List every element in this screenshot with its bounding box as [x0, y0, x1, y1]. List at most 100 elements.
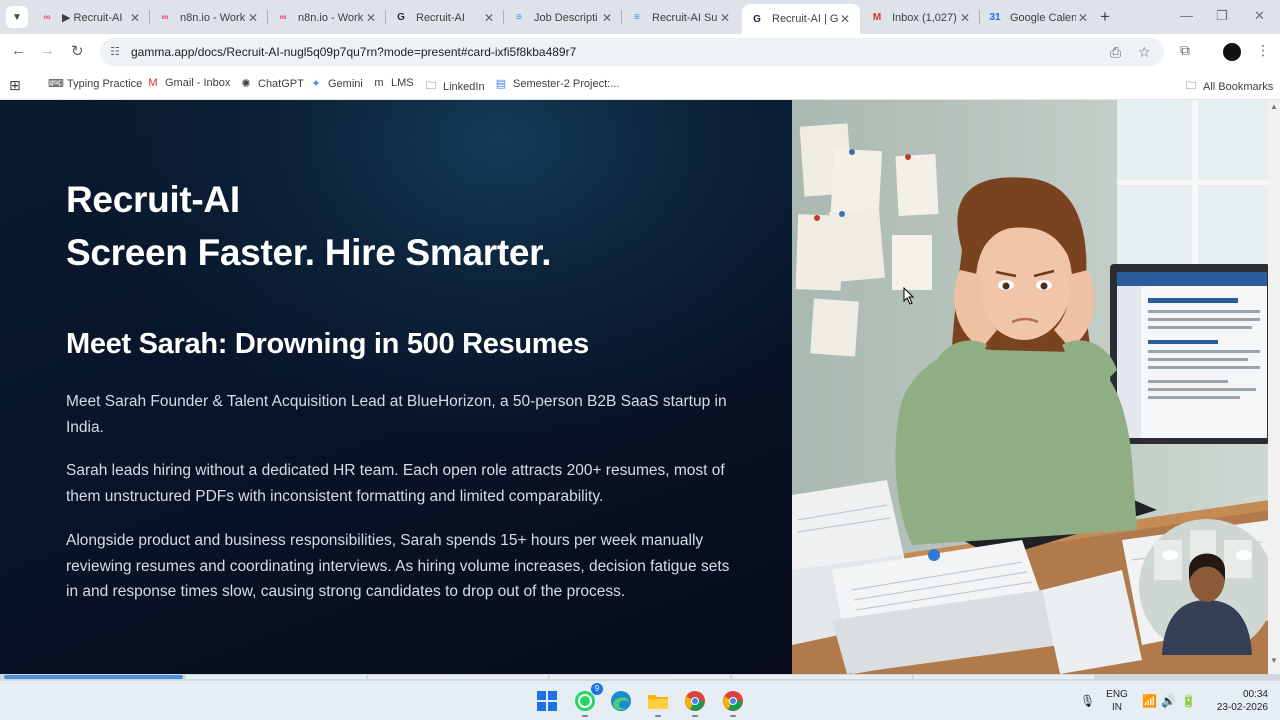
- taskbar-whatsapp[interactable]: 9: [572, 683, 603, 714]
- clock[interactable]: 00:34 23-02-2026: [1208, 688, 1268, 714]
- slide-paragraph-3: Alongside product and business responsib…: [66, 532, 730, 600]
- all-bookmarks-button[interactable]: 🗀 All Bookmarks: [1184, 77, 1274, 96]
- extensions-button[interactable]: ⧉: [1180, 42, 1190, 59]
- tab-title: Recruit-AI Su: [652, 11, 718, 24]
- close-icon: ✕: [1254, 8, 1265, 23]
- browser-tab[interactable]: G Recruit-AI ✕: [386, 4, 504, 31]
- taskbar-chrome-profile[interactable]: [720, 688, 746, 714]
- browser-tab[interactable]: M Inbox (1,027) ✕: [862, 4, 980, 31]
- minimize-button[interactable]: —: [1180, 8, 1193, 23]
- slide-progress-segment[interactable]: [914, 675, 1094, 679]
- arrow-right-icon: →: [40, 42, 55, 59]
- bookmark-label: ChatGPT: [258, 77, 304, 90]
- browser-tab[interactable]: 31 Google Calen ✕: [980, 4, 1098, 31]
- tab-separator: [267, 10, 268, 24]
- scroll-down-icon[interactable]: ▼: [1270, 656, 1278, 665]
- n8n-logo-icon: ∞: [279, 12, 287, 23]
- scroll-up-icon[interactable]: ▲: [1270, 102, 1278, 111]
- tab-title: Inbox (1,027): [892, 11, 957, 24]
- bookmark-item[interactable]: M Gmail - Inbox: [146, 77, 230, 89]
- bookmark-star-icon[interactable]: ☆: [1138, 44, 1151, 61]
- close-tab-icon[interactable]: ✕: [482, 11, 496, 25]
- google-forms-icon: ▤: [495, 78, 507, 90]
- tab-separator: [149, 10, 150, 24]
- screen: ▼ ∞ ▶ Recruit-AI ✕ ∞ n8n.io - Work ✕ ∞ n8n.io -…: [0, 0, 1280, 720]
- slide-progress-segment[interactable]: [550, 675, 730, 679]
- tab-title: Recruit-AI | G: [772, 13, 838, 25]
- tab-title: n8n.io - Work: [180, 11, 246, 24]
- bookmark-item[interactable]: ⌨ Typing Practice: [48, 77, 143, 91]
- profile-avatar[interactable]: [1223, 43, 1241, 61]
- bookmark-item[interactable]: 🗀 LinkedIn: [424, 77, 485, 96]
- tab-separator: [503, 10, 504, 24]
- tab-strip: ▼ ∞ ▶ Recruit-AI ✕ ∞ n8n.io - Work ✕ ∞ n8n.io -…: [0, 0, 1280, 34]
- microphone-icon[interactable]: 🎙: [1080, 694, 1095, 708]
- windows-logo-icon: [537, 691, 557, 711]
- close-tab-icon[interactable]: ✕: [838, 12, 852, 26]
- tab-title: n8n.io - Work: [298, 11, 364, 24]
- input-language[interactable]: ENG IN: [1106, 688, 1128, 714]
- wifi-icon[interactable]: 📶: [1142, 694, 1157, 708]
- taskbar-edge[interactable]: [608, 688, 634, 714]
- browser-menu-button[interactable]: ⋮: [1256, 42, 1270, 59]
- google-docs-icon: ≡: [634, 12, 640, 23]
- install-app-icon[interactable]: ⎙: [1110, 44, 1121, 61]
- taskbar-file-explorer[interactable]: [645, 688, 671, 714]
- bookmark-item[interactable]: ▤ Semester-2 Project:...: [494, 77, 620, 91]
- bookmark-label: Gemini: [328, 77, 363, 90]
- close-tab-icon[interactable]: ✕: [128, 11, 142, 25]
- running-indicator: [730, 715, 736, 717]
- browser-tab[interactable]: ≡ Job Descripti ✕: [504, 4, 622, 31]
- browser-tab[interactable]: ∞ n8n.io - Work ✕: [150, 4, 268, 31]
- browser-tab[interactable]: G Recruit-AI | G ✕: [742, 4, 860, 34]
- typing-practice-icon: ⌨: [48, 78, 64, 90]
- address-bar[interactable]: ☷ gamma.app/docs/Recruit-AI-nugl5q09p7qu…: [100, 38, 1164, 66]
- chrome-icon: [685, 691, 705, 711]
- apps-button[interactable]: ⊞: [9, 77, 21, 94]
- browser-tab[interactable]: ≡ Recruit-AI Su ✕: [622, 4, 740, 31]
- close-tab-icon[interactable]: ✕: [1076, 11, 1090, 25]
- close-tab-icon[interactable]: ✕: [958, 11, 972, 25]
- close-tab-icon[interactable]: ✕: [718, 11, 732, 25]
- running-indicator: [692, 715, 698, 717]
- slide-progress-segment[interactable]: [368, 675, 548, 679]
- plus-icon: +: [1100, 7, 1110, 26]
- volume-icon[interactable]: 🔊: [1161, 694, 1176, 708]
- maximize-button[interactable]: ❐: [1216, 8, 1228, 24]
- browser-tab[interactable]: ∞ ▶ Recruit-AI ✕: [32, 4, 150, 31]
- bookmark-item[interactable]: ✺ ChatGPT: [239, 77, 304, 91]
- tab-title: Recruit-AI: [416, 11, 465, 24]
- close-window-button[interactable]: ✕: [1254, 8, 1265, 24]
- browser-tab[interactable]: ∞ n8n.io - Work ✕: [268, 4, 386, 31]
- page-scrollbar[interactable]: ▲ ▼: [1268, 100, 1280, 674]
- close-tab-icon[interactable]: ✕: [246, 11, 260, 25]
- chatgpt-icon: ✺: [241, 78, 251, 90]
- tab-separator: [621, 10, 622, 24]
- bookmark-item[interactable]: ✦ Gemini: [309, 77, 363, 91]
- forward-button[interactable]: →: [40, 42, 55, 59]
- minimize-icon: —: [1180, 8, 1193, 23]
- tab-search-button[interactable]: ▼: [6, 6, 28, 28]
- apps-grid-icon: ⊞: [9, 77, 21, 93]
- reload-icon: ↻: [71, 43, 84, 60]
- gmail-icon: M: [872, 12, 882, 23]
- bookmark-item[interactable]: m LMS: [372, 77, 413, 89]
- new-tab-button[interactable]: +: [1100, 7, 1110, 27]
- gamma-logo-icon: G: [753, 13, 761, 25]
- close-tab-icon[interactable]: ✕: [600, 11, 614, 25]
- gamma-logo-icon: G: [397, 12, 405, 23]
- slide-progress-segment[interactable]: [186, 675, 366, 679]
- close-tab-icon[interactable]: ✕: [364, 11, 378, 25]
- browser-toolbar: ← → ↻ ☷ gamma.app/docs/Recruit-AI-nugl5q…: [0, 34, 1280, 70]
- bookmark-label: Typing Practice: [67, 77, 143, 90]
- battery-icon[interactable]: 🔋: [1181, 694, 1196, 708]
- site-info-icon[interactable]: ☷: [110, 45, 120, 58]
- folder-icon: 🗀: [425, 80, 437, 92]
- running-indicator: [655, 715, 661, 717]
- taskbar-chrome[interactable]: [682, 688, 708, 714]
- n8n-logo-icon: ∞: [43, 12, 51, 23]
- back-button[interactable]: ←: [11, 42, 26, 59]
- start-button[interactable]: [534, 688, 560, 714]
- slide-progress-segment[interactable]: [732, 675, 912, 679]
- reload-button[interactable]: ↻: [71, 42, 84, 60]
